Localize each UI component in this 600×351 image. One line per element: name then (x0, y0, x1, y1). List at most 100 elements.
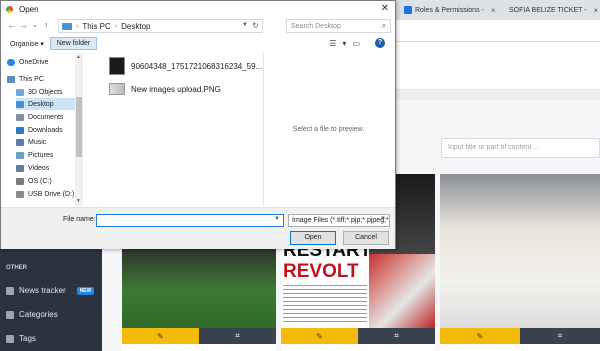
tab-label: Roles & Permissions - (415, 6, 484, 14)
back-arrow-icon[interactable]: ← (7, 20, 16, 30)
recent-locations-chevron-icon[interactable]: ⌄ (32, 21, 38, 29)
up-arrow-icon[interactable]: ↑ (44, 20, 49, 30)
tags-icon (6, 334, 14, 343)
image-file-icon (109, 57, 125, 75)
nav-item-label: Downloads (28, 126, 63, 134)
nav-item-music[interactable]: Music (16, 136, 77, 148)
tab-close-icon[interactable]: × (491, 6, 496, 15)
headline-text: REVOLT (283, 261, 359, 282)
file-name: 90604348_1751721068316234_59... (131, 61, 263, 71)
organise-menu-button[interactable]: Organise ▾ (10, 40, 44, 48)
nav-item-videos[interactable]: Videos (16, 162, 77, 174)
nav-item-label: USB Drive (D:) (28, 190, 75, 198)
nav-item-label: OS (C:) (28, 177, 52, 185)
sidebar-section-title: OTHER (6, 265, 27, 271)
edit-icon[interactable]: ✎ (281, 328, 358, 344)
image-card[interactable]: ✎ ⌗ (440, 174, 600, 351)
chevron-right-icon: › (76, 22, 79, 30)
search-icon: ⌕ (381, 21, 386, 30)
dialog-toolbar: Organise ▾ New folder ☰ ▾ ▭ ? (1, 36, 395, 52)
sidebar-item-tags[interactable]: Tags (6, 334, 36, 343)
nav-item-onedrive[interactable]: OneDrive (7, 56, 77, 68)
breadcrumb[interactable]: › This PC › Desktop ▼ ↻ (58, 19, 263, 33)
tab-label: SOFIA BELIZE TICKET - (509, 6, 587, 14)
preview-pane-icon[interactable]: ▭ (352, 39, 360, 48)
nav-item-pictures[interactable]: Pictures (16, 149, 77, 161)
forward-arrow-icon[interactable]: → (19, 20, 28, 30)
navigation-scrollbar[interactable]: ▲ ▼ (75, 53, 83, 206)
refresh-icon[interactable]: ↻ (252, 21, 259, 30)
videos-icon (16, 164, 24, 172)
help-icon[interactable]: ? (375, 38, 385, 48)
usb-drive-icon (16, 190, 24, 198)
card-actions: ✎ ⌗ (440, 328, 600, 344)
new-folder-button[interactable]: New folder (50, 37, 97, 50)
download-icon (16, 126, 24, 134)
nav-item-label: Videos (28, 164, 50, 172)
chevron-right-icon: › (114, 22, 118, 30)
app-header (395, 42, 600, 90)
crop-icon[interactable]: ⌗ (358, 328, 435, 344)
content-search-input[interactable]: Input title or part of content ... (441, 138, 600, 158)
card-actions: ✎ ⌗ (281, 328, 435, 344)
nav-item-label: This PC (19, 75, 44, 83)
cloud-icon (7, 58, 15, 66)
view-controls: ☰ ▾ ▭ (329, 39, 360, 48)
cancel-button[interactable]: Cancel (343, 231, 389, 245)
chevron-down-icon[interactable]: ▼ (242, 22, 248, 28)
tab-sofia-belize-ticket[interactable]: SOFIA BELIZE TICKET - × (503, 2, 600, 18)
file-name-label: File name: (63, 216, 96, 223)
view-options-icon[interactable]: ☰ (329, 39, 336, 48)
search-input[interactable]: Search Desktop ⌕ (286, 19, 391, 33)
documents-icon (16, 113, 24, 121)
sidebar-item-categories[interactable]: Categories (6, 310, 58, 319)
music-icon (16, 138, 24, 146)
tab-close-icon[interactable]: × (594, 6, 599, 15)
nav-item-documents[interactable]: Documents (16, 111, 77, 123)
nav-item-desktop[interactable]: Desktop (16, 98, 77, 110)
edit-icon[interactable]: ✎ (122, 328, 199, 344)
nav-item-usb-drive[interactable]: USB Drive (D:) (16, 188, 77, 200)
edit-icon[interactable]: ✎ (440, 328, 520, 344)
close-icon[interactable]: ✕ (381, 3, 389, 14)
app-sidebar: OTHER News tracker NEW Categories Tags (0, 248, 102, 351)
nav-item-downloads[interactable]: Downloads (16, 124, 77, 136)
drive-icon (16, 177, 24, 185)
nav-item-os-c[interactable]: OS (C:) (16, 175, 77, 187)
file-name-field[interactable]: ▼ (96, 214, 284, 227)
tab-roles-permissions[interactable]: Roles & Permissions - × (401, 2, 501, 18)
address-row: ← → ⌄ ↑ › This PC › Desktop ▼ ↻ Search D… (1, 17, 395, 35)
preview-message: Select a file to preview. (292, 126, 365, 133)
app-subheader (395, 90, 600, 100)
open-button[interactable]: Open (290, 231, 336, 245)
search-placeholder: Search Desktop (291, 23, 341, 30)
sidebar-item-label: News tracker (19, 286, 66, 295)
scrollbar-thumb[interactable] (76, 97, 82, 157)
nav-item-label: Pictures (28, 151, 54, 159)
chevron-down-icon[interactable]: ▾ (342, 39, 346, 48)
nav-item-3d-objects[interactable]: 3D Objects (16, 86, 77, 98)
nav-item-label: Desktop (28, 100, 54, 108)
crop-icon[interactable]: ⌗ (520, 328, 600, 344)
breadcrumb-item-this-pc[interactable]: This PC (82, 22, 110, 31)
file-item[interactable]: New images upload.PNG (109, 83, 221, 95)
breadcrumb-item-desktop[interactable]: Desktop (121, 22, 150, 31)
file-item[interactable]: 90604348_1751721068316234_59... (109, 57, 262, 75)
file-list: 90604348_1751721068316234_59... New imag… (85, 53, 262, 206)
navigation-pane: OneDrive This PC 3D Objects Desktop Docu… (1, 53, 83, 206)
sidebar-item-news-tracker[interactable]: News tracker NEW (6, 286, 95, 295)
nav-item-label: Music (28, 138, 47, 146)
nav-item-this-pc[interactable]: This PC (7, 73, 77, 85)
chevron-down-icon[interactable]: ▼ (274, 216, 280, 222)
file-type-select[interactable]: Image Files (*.tiff;*.pjp;*.pjpeg;* ▼ (288, 214, 390, 227)
card-image-cricketers (440, 174, 600, 328)
nav-item-label: OneDrive (19, 58, 49, 66)
sidebar-item-label: Categories (19, 310, 58, 319)
3d-objects-icon (16, 88, 24, 96)
scroll-up-icon[interactable]: ▲ (76, 54, 81, 60)
open-file-dialog: Open ✕ ← → ⌄ ↑ › This PC › Desktop ▼ ↻ S… (0, 0, 396, 249)
scroll-down-icon[interactable]: ▼ (76, 198, 81, 204)
crop-icon[interactable]: ⌗ (199, 328, 276, 344)
file-type-value: Image Files (*.tiff;*.pjp;*.pjpeg;* (292, 217, 389, 224)
chevron-down-icon: ▼ (380, 216, 386, 222)
